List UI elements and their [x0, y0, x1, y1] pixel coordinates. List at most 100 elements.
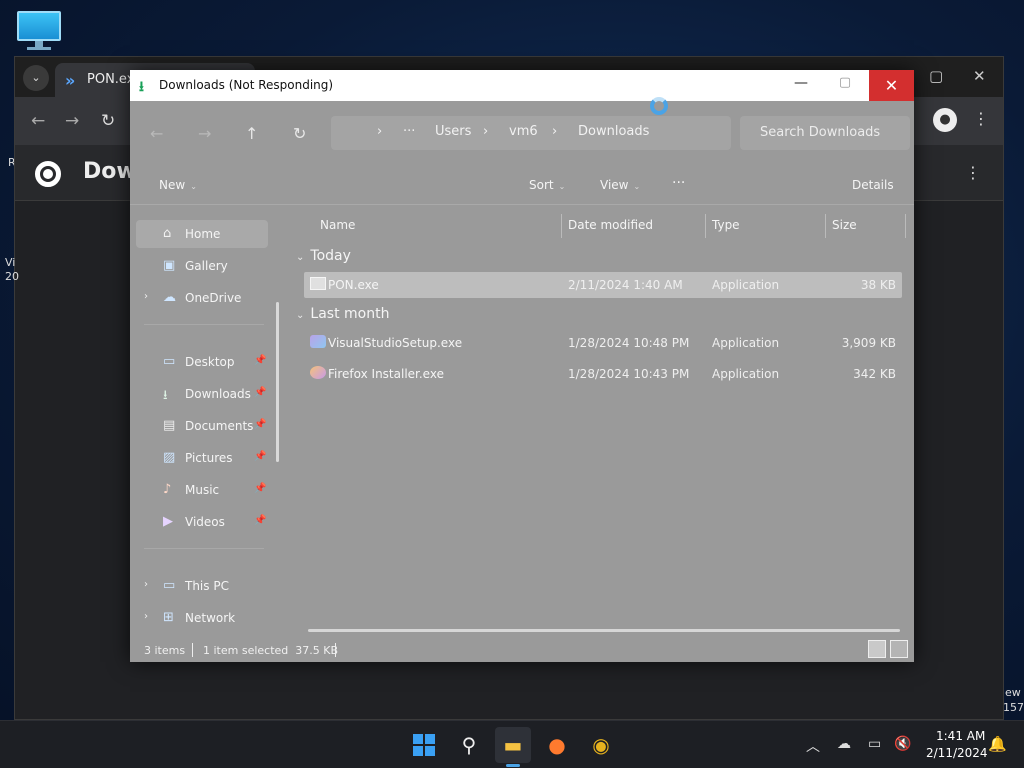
- file-name: PON.exe: [328, 278, 379, 292]
- refresh-icon[interactable]: ↻: [293, 124, 306, 143]
- search-placeholder: Search Downloads: [760, 125, 881, 140]
- tab-search-button[interactable]: ⌄: [23, 65, 49, 91]
- sidebar-item-label: Pictures: [185, 451, 233, 465]
- pictures-icon: ▨: [163, 450, 176, 465]
- file-explorer-icon[interactable]: ▬: [495, 727, 531, 763]
- minimize-button[interactable]: —: [786, 75, 816, 95]
- sidebar-item-desktop[interactable]: ▭ Desktop 📌: [136, 348, 268, 376]
- sidebar-item-label: OneDrive: [185, 291, 242, 305]
- file-type: Application: [712, 367, 780, 381]
- chevron-right-icon: ›: [144, 579, 148, 590]
- new-label: New: [159, 178, 186, 192]
- sort-label: Sort: [529, 178, 554, 192]
- chrome-icon[interactable]: ◉: [583, 727, 619, 763]
- sidebar-item-network[interactable]: › ⊞ Network: [136, 604, 268, 632]
- column-divider[interactable]: [905, 214, 906, 238]
- view-button[interactable]: View ⌄: [600, 178, 640, 192]
- breadcrumb-chevron-icon: ›: [483, 124, 489, 139]
- pin-icon[interactable]: 📌: [254, 451, 266, 462]
- close-button[interactable]: ✕: [869, 70, 914, 101]
- this-pc-desktop-icon[interactable]: [17, 11, 61, 51]
- up-arrow-icon[interactable]: ↑: [245, 124, 258, 143]
- chevron-down-icon: ⌄: [558, 182, 566, 191]
- file-size: 38 KB: [860, 278, 896, 292]
- volume-muted-icon[interactable]: 🔇: [894, 736, 911, 752]
- sidebar-item-music[interactable]: ♪ Music 📌: [136, 476, 268, 504]
- sidebar-item-documents[interactable]: ▤ Documents 📌: [136, 412, 268, 440]
- application-icon: [310, 277, 326, 290]
- chrome-menu-icon[interactable]: ⋮: [973, 109, 989, 128]
- pin-icon[interactable]: 📌: [254, 419, 266, 430]
- details-button[interactable]: Details: [852, 178, 894, 192]
- breadcrumb-users[interactable]: Users: [435, 124, 471, 139]
- chevron-right-icon: ›: [144, 291, 148, 302]
- search-input[interactable]: Search Downloads: [740, 116, 910, 150]
- edge-text: 20: [5, 270, 19, 283]
- back-arrow-icon[interactable]: ←: [150, 124, 163, 143]
- maximize-button[interactable]: ▢: [830, 75, 860, 95]
- cloud-offline-icon[interactable]: ☁: [837, 736, 851, 752]
- notification-bell-icon[interactable]: 🔔: [988, 735, 1007, 753]
- downloads-menu-icon[interactable]: ⋮: [965, 163, 981, 182]
- tiles-view-icon[interactable]: [890, 640, 908, 658]
- breadcrumb-vm6[interactable]: vm6: [509, 124, 538, 139]
- breadcrumb-more[interactable]: ···: [403, 124, 415, 139]
- group-label: Today: [310, 248, 351, 264]
- group-header-last-month[interactable]: ⌄ Last month: [296, 306, 389, 322]
- column-divider[interactable]: [561, 214, 562, 238]
- chevron-up-icon[interactable]: ︿: [806, 736, 820, 756]
- file-row[interactable]: VisualStudioSetup.exe 1/28/2024 10:48 PM…: [304, 330, 902, 356]
- new-button[interactable]: New ⌄: [159, 178, 197, 192]
- pin-icon[interactable]: 📌: [254, 387, 266, 398]
- reload-icon[interactable]: ↻: [101, 111, 115, 131]
- address-row: ← → ↑ ↻ › ··· Users › vm6 › Downloads Se…: [130, 101, 914, 165]
- nav-scrollbar[interactable]: [276, 302, 279, 462]
- column-header-type[interactable]: Type: [712, 218, 740, 232]
- sidebar-item-onedrive[interactable]: › ☁ OneDrive: [136, 284, 268, 312]
- file-type: Application: [712, 336, 780, 350]
- nav-divider: [144, 324, 264, 325]
- column-divider[interactable]: [705, 214, 706, 238]
- breadcrumb-downloads[interactable]: Downloads: [578, 124, 649, 139]
- sidebar-item-label: Music: [185, 483, 220, 497]
- file-row[interactable]: Firefox Installer.exe 1/28/2024 10:43 PM…: [304, 361, 902, 387]
- file-row[interactable]: PON.exe 2/11/2024 1:40 AM Application 38…: [304, 272, 902, 298]
- start-windows-icon[interactable]: [413, 734, 435, 756]
- pin-icon[interactable]: 📌: [254, 483, 266, 494]
- column-header-name[interactable]: Name: [320, 218, 355, 232]
- chrome-maximize-icon[interactable]: ▢: [929, 67, 943, 85]
- edge-text: ew: [1005, 686, 1021, 699]
- chrome-close-icon[interactable]: ✕: [973, 67, 986, 85]
- forward-arrow-icon[interactable]: →: [198, 124, 211, 143]
- sort-button[interactable]: Sort ⌄: [529, 178, 565, 192]
- horizontal-scrollbar[interactable]: [308, 629, 900, 632]
- network-icon: ⊞: [163, 610, 174, 625]
- sidebar-item-gallery[interactable]: ▣ Gallery: [136, 252, 268, 280]
- sidebar-item-videos[interactable]: ▶ Videos 📌: [136, 508, 268, 536]
- clock-date[interactable]: 2/11/2024: [926, 746, 988, 760]
- details-view-icon[interactable]: [868, 640, 886, 658]
- back-arrow-icon[interactable]: ←: [31, 111, 45, 131]
- explorer-titlebar[interactable]: ⭳ Downloads (Not Responding) — ▢ ✕: [130, 70, 914, 101]
- column-header-size[interactable]: Size: [832, 218, 857, 232]
- forward-arrow-icon[interactable]: →: [65, 111, 79, 131]
- address-bar[interactable]: › ··· Users › vm6 › Downloads: [331, 116, 731, 150]
- firefox-icon[interactable]: ●: [539, 727, 575, 763]
- sidebar-item-pictures[interactable]: ▨ Pictures 📌: [136, 444, 268, 472]
- network-icon[interactable]: ▭: [868, 736, 881, 752]
- more-options-button[interactable]: ···: [672, 175, 685, 191]
- column-divider[interactable]: [825, 214, 826, 238]
- column-header-date[interactable]: Date modified: [568, 218, 653, 232]
- group-header-today[interactable]: ⌄ Today: [296, 248, 351, 264]
- sidebar-item-label: Desktop: [185, 355, 235, 369]
- search-icon[interactable]: ⚲: [451, 727, 487, 763]
- sidebar-item-this-pc[interactable]: › ▭ This PC: [136, 572, 268, 600]
- pin-icon[interactable]: 📌: [254, 515, 266, 526]
- sidebar-item-downloads[interactable]: ⭳ Downloads 📌: [136, 380, 268, 408]
- profile-avatar-icon[interactable]: ●: [933, 108, 957, 132]
- sidebar-item-label: Network: [185, 611, 236, 625]
- pc-icon: ▭: [163, 578, 176, 593]
- pin-icon[interactable]: 📌: [254, 355, 266, 366]
- sidebar-item-home[interactable]: ⌂ Home: [136, 220, 268, 248]
- clock-time[interactable]: 1:41 AM: [936, 729, 985, 743]
